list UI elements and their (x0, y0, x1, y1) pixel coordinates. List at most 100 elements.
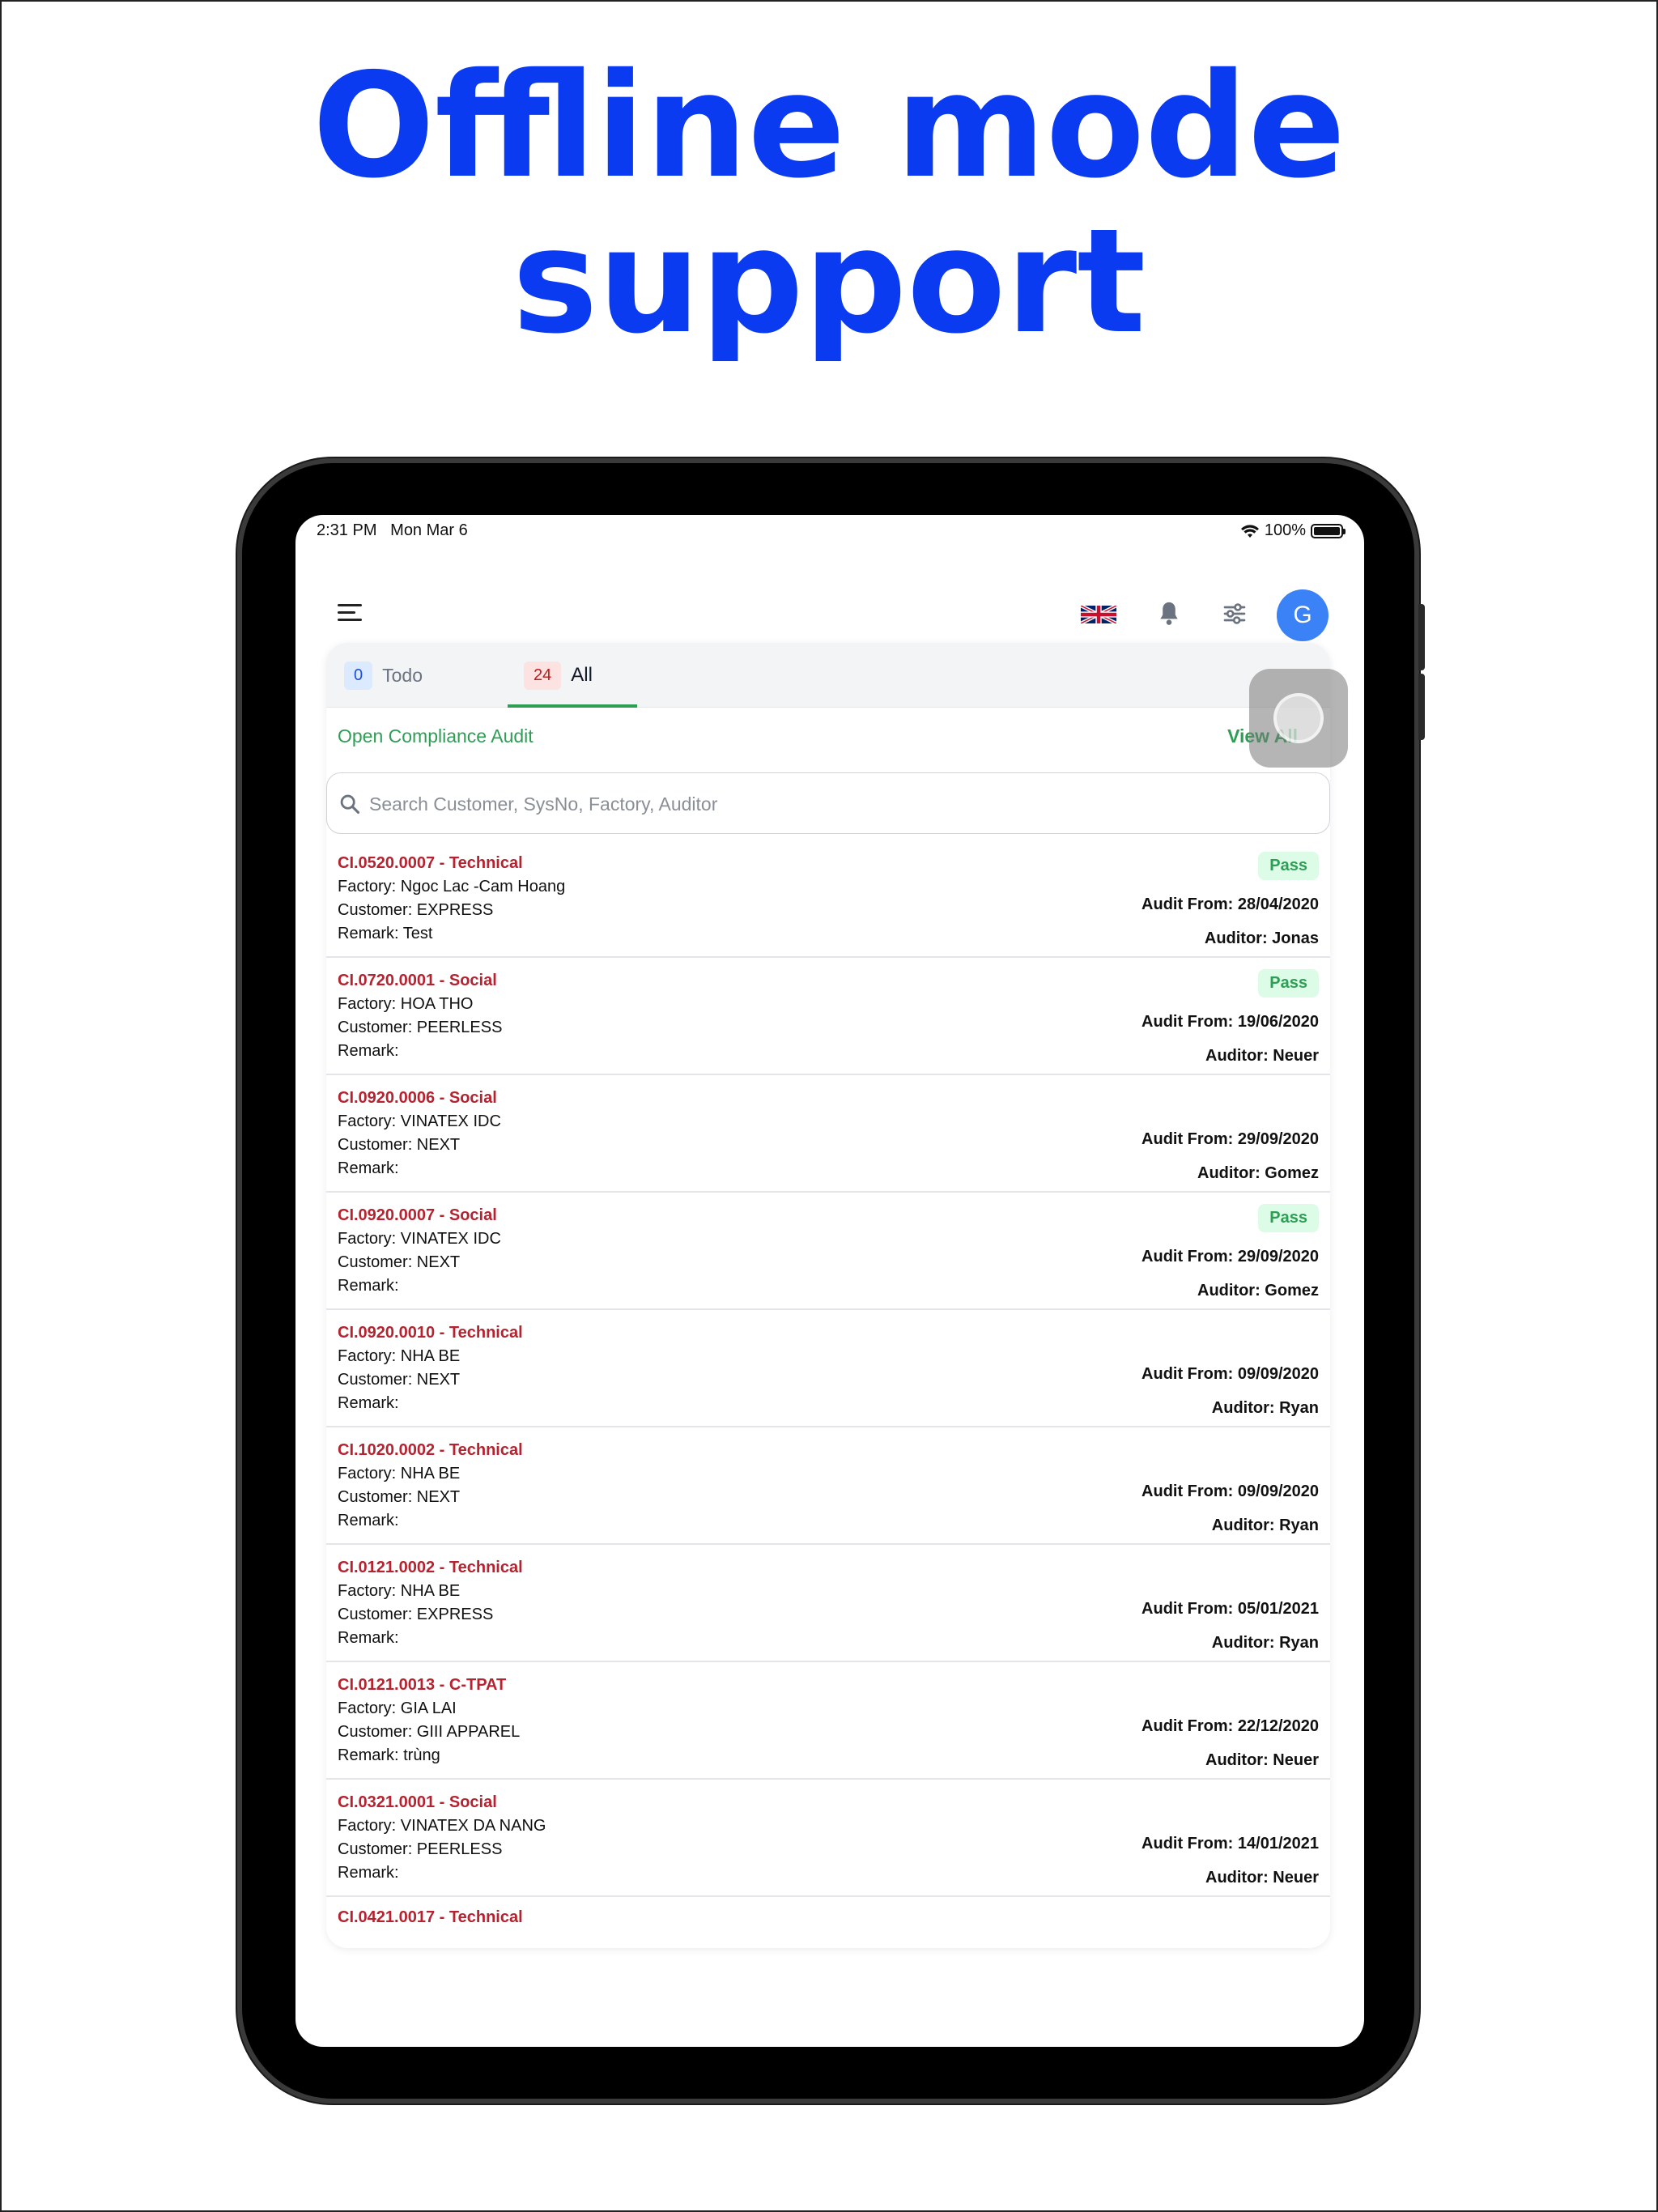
audit-customer: Customer: EXPRESS (338, 1606, 494, 1623)
audit-id: CI.0920.0010 - Technical (338, 1324, 523, 1342)
audit-row[interactable]: CI.0920.0010 - Technical Factory: NHA BE… (326, 1310, 1330, 1427)
auditor-name: Auditor: Neuer (1205, 1047, 1319, 1065)
auditor-name: Auditor: Gomez (1197, 1282, 1319, 1300)
uk-flag-icon[interactable] (1081, 602, 1116, 627)
audit-row[interactable]: CI.1020.0002 - Technical Factory: NHA BE… (326, 1427, 1330, 1545)
headline-line-1: Offline mode (312, 42, 1346, 210)
audit-customer: Customer: GIII APPAREL (338, 1723, 521, 1741)
audit-id: CI.0720.0001 - Social (338, 972, 497, 989)
user-avatar[interactable]: G (1277, 589, 1329, 641)
audit-from-date: Audit From: 29/09/2020 (1141, 1130, 1319, 1148)
audit-meta: Audit From: 14/01/2021 Auditor: Neuer (995, 1791, 1319, 1888)
audit-id: CI.0421.0017 - Technical (338, 1908, 523, 1926)
audit-meta: Audit From: 09/09/2020 Auditor: Ryan (995, 1439, 1319, 1536)
audit-meta: Pass Audit From: 28/04/2020 Auditor: Jonas (995, 852, 1319, 949)
audit-from-date: Audit From: 09/09/2020 (1141, 1482, 1319, 1500)
search-input[interactable] (369, 788, 1300, 820)
audit-info: CI.1020.0002 - Technical Factory: NHA BE… (338, 1439, 523, 1533)
auditor-name: Auditor: Ryan (1211, 1634, 1319, 1652)
audit-remark: Remark: (338, 1512, 399, 1529)
audit-meta: Pass Audit From: 29/09/2020 Auditor: Gomez (995, 1204, 1319, 1301)
audit-info: CI.0121.0002 - Technical Factory: NHA BE… (338, 1556, 523, 1650)
audit-meta: Audit From: 09/09/2020 Auditor: Ryan (995, 1321, 1319, 1419)
tab-all-label: All (571, 664, 593, 686)
audit-customer: Customer: EXPRESS (338, 901, 494, 919)
section-header: Open Compliance Audit View All (326, 721, 1330, 753)
all-count-badge: 24 (524, 661, 562, 690)
audit-row[interactable]: CI.0520.0007 - Technical Factory: Ngoc L… (326, 840, 1330, 958)
audit-id: CI.0121.0002 - Technical (338, 1559, 523, 1576)
wifi-icon (1240, 524, 1259, 538)
tablet-screen: 2:31 PM Mon Mar 6 100% G 0 Todo 24 All O… (295, 515, 1364, 2047)
audit-factory: Factory: GIA LAI (338, 1699, 457, 1717)
audit-row[interactable]: CI.0920.0007 - Social Factory: VINATEX I… (326, 1193, 1330, 1310)
audit-from-date: Audit From: 14/01/2021 (1141, 1835, 1319, 1853)
assistive-touch-dot (1273, 693, 1324, 743)
audit-customer: Customer: NEXT (338, 1253, 461, 1271)
status-indicators: 100% (1240, 521, 1346, 540)
audit-remark: Remark: (338, 1277, 399, 1295)
audit-row[interactable]: CI.0121.0013 - C-TPAT Factory: GIA LAI C… (326, 1662, 1330, 1780)
auditor-name: Auditor: Ryan (1211, 1516, 1319, 1534)
audit-remark: Remark: (338, 1042, 399, 1060)
audit-info: CI.0720.0001 - Social Factory: HOA THO C… (338, 969, 502, 1063)
audit-factory: Factory: Ngoc Lac -Cam Hoang (338, 878, 566, 895)
volume-down-button (1418, 674, 1425, 740)
audit-customer: Customer: NEXT (338, 1371, 461, 1389)
audit-row[interactable]: CI.0321.0001 - Social Factory: VINATEX D… (326, 1780, 1330, 1897)
audit-list: CI.0520.0007 - Technical Factory: Ngoc L… (326, 840, 1330, 1929)
audit-customer: Customer: PEERLESS (338, 1840, 503, 1858)
audit-row[interactable]: CI.0720.0001 - Social Factory: HOA THO C… (326, 958, 1330, 1075)
audit-row-partial[interactable]: CI.0421.0017 - Technical (326, 1897, 1330, 1929)
audit-remark: Remark: Test (338, 925, 433, 942)
audit-customer: Customer: PEERLESS (338, 1019, 503, 1036)
audit-factory: Factory: NHA BE (338, 1465, 461, 1482)
audit-info: CI.0920.0007 - Social Factory: VINATEX I… (338, 1204, 501, 1298)
audit-remark: Remark: (338, 1629, 399, 1647)
auditor-name: Auditor: Jonas (1204, 929, 1319, 947)
audit-from-date: Audit From: 09/09/2020 (1141, 1365, 1319, 1383)
status-time-date: 2:31 PM Mon Mar 6 (317, 521, 468, 539)
audit-meta: Pass Audit From: 19/06/2020 Auditor: Neuer (995, 969, 1319, 1066)
volume-up-button (1418, 604, 1425, 670)
audit-factory: Factory: NHA BE (338, 1582, 461, 1600)
tab-all[interactable]: 24 All (508, 643, 637, 708)
hamburger-menu-icon[interactable] (338, 604, 362, 622)
headline-line-2: support (512, 198, 1146, 365)
audit-remark: Remark: (338, 1394, 399, 1412)
auditor-name: Auditor: Neuer (1205, 1869, 1319, 1887)
audit-factory: Factory: HOA THO (338, 995, 474, 1013)
assistive-touch-button[interactable] (1249, 669, 1348, 768)
audit-factory: Factory: VINATEX IDC (338, 1230, 501, 1248)
tab-todo[interactable]: 0 Todo (344, 643, 423, 708)
battery-fill (1314, 526, 1340, 535)
audit-row[interactable]: CI.0920.0006 - Social Factory: VINATEX I… (326, 1075, 1330, 1193)
audit-info: CI.0321.0001 - Social Factory: VINATEX D… (338, 1791, 546, 1885)
audit-factory: Factory: VINATEX IDC (338, 1112, 501, 1130)
audit-factory: Factory: NHA BE (338, 1347, 461, 1365)
audit-info: CI.0520.0007 - Technical Factory: Ngoc L… (338, 852, 565, 946)
audit-from-date: Audit From: 29/09/2020 (1141, 1248, 1319, 1266)
audit-meta: Audit From: 22/12/2020 Auditor: Neuer (995, 1674, 1319, 1771)
todo-count-badge: 0 (344, 661, 373, 690)
tab-todo-label: Todo (382, 664, 423, 686)
audit-id: CI.0321.0001 - Social (338, 1793, 497, 1811)
battery-icon (1311, 523, 1346, 538)
audit-remark: Remark: (338, 1864, 399, 1882)
audit-info: CI.0121.0013 - C-TPAT Factory: GIA LAI C… (338, 1674, 520, 1767)
status-badge: Pass (1258, 1204, 1319, 1232)
audit-factory: Factory: VINATEX DA NANG (338, 1817, 546, 1835)
settings-sliders-icon[interactable] (1220, 601, 1249, 627)
battery-percent: 100% (1264, 521, 1306, 539)
audit-from-date: Audit From: 05/01/2021 (1141, 1600, 1319, 1618)
audit-row[interactable]: CI.0121.0002 - Technical Factory: NHA BE… (326, 1545, 1330, 1662)
auditor-name: Auditor: Ryan (1211, 1399, 1319, 1417)
audit-customer: Customer: NEXT (338, 1136, 461, 1154)
auditor-name: Auditor: Gomez (1197, 1164, 1319, 1182)
section-title: Open Compliance Audit (338, 725, 534, 747)
audit-remark: Remark: (338, 1159, 399, 1177)
audit-meta: Audit From: 05/01/2021 Auditor: Ryan (995, 1556, 1319, 1653)
audit-from-date: Audit From: 19/06/2020 (1141, 1013, 1319, 1031)
top-app-bar: G (295, 564, 1364, 653)
bell-icon[interactable] (1155, 599, 1183, 628)
